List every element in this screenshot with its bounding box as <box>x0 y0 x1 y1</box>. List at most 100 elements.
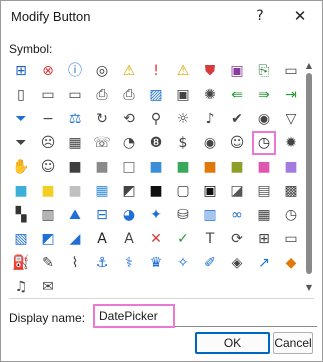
gradient-square-icon[interactable]: ▤ <box>252 179 276 203</box>
text-icon[interactable]: T <box>198 227 222 251</box>
border-square-icon[interactable]: ▢ <box>171 179 195 203</box>
checker-square-icon[interactable]: ▩ <box>279 179 303 203</box>
minus-icon[interactable]: − <box>36 107 60 131</box>
trend-icon[interactable]: ◢ <box>63 227 87 251</box>
pencil-icon[interactable]: ✎ <box>36 251 60 275</box>
square-gray-icon[interactable]: ■ <box>90 155 114 179</box>
align-icon[interactable]: ⊟ <box>90 203 114 227</box>
square-light-icon[interactable]: □ <box>117 155 141 179</box>
bar-chart-icon[interactable]: ▥ <box>198 203 222 227</box>
brush-icon[interactable]: ⌇ <box>63 251 87 275</box>
filter-outline-icon[interactable]: ▽ <box>279 107 303 131</box>
calculator-icon[interactable]: ▦ <box>63 131 87 155</box>
office-logo-icon[interactable]: ◆ <box>279 251 303 275</box>
display-name-input[interactable] <box>93 304 175 328</box>
folder-open-icon[interactable]: ▭ <box>36 83 60 107</box>
fill-color-icon[interactable]: ⛽ <box>9 251 33 275</box>
envelope-icon[interactable]: ✉ <box>36 275 60 299</box>
calendar-clock-icon[interactable]: ◷ <box>279 203 303 227</box>
square-dark-icon[interactable]: ■ <box>63 155 87 179</box>
triangle-icon[interactable]: ◩ <box>117 179 141 203</box>
warning-small-icon[interactable]: ⚠ <box>171 59 195 83</box>
grid-blue-icon[interactable]: ▦ <box>90 179 114 203</box>
palette-icon[interactable]: ✺ <box>198 83 222 107</box>
virus-icon[interactable]: ✹ <box>279 131 303 155</box>
refresh-icon[interactable]: ↻ <box>90 107 114 131</box>
phone-icon[interactable]: ☏ <box>90 131 114 155</box>
sad-face-icon[interactable]: ☹ <box>36 131 60 155</box>
print-icon[interactable]: ⎙ <box>90 83 114 107</box>
back-arrow-icon[interactable]: ⇚ <box>225 83 249 107</box>
checkerboard-icon[interactable]: ▚ <box>9 203 33 227</box>
scroll-down-icon[interactable]: ▼ <box>304 283 314 293</box>
checkmark-icon[interactable]: ✓ <box>171 227 195 251</box>
square-yellow-icon[interactable]: ■ <box>36 179 60 203</box>
clock-icon[interactable]: ◷ <box>252 131 276 155</box>
text-shape-icon[interactable]: ▭ <box>279 227 303 251</box>
info-icon[interactable]: ⓘ <box>63 59 87 83</box>
eraser-icon[interactable]: ◈ <box>225 251 249 275</box>
square-purple-icon[interactable]: ■ <box>279 155 303 179</box>
radar-chart-icon[interactable]: ✦ <box>144 203 168 227</box>
filter-icon[interactable]: ⏷ <box>9 107 33 131</box>
cycle-icon[interactable]: ⟳ <box>225 227 249 251</box>
database-icon[interactable]: ⛁ <box>171 203 195 227</box>
anchor-icon[interactable]: ⚓ <box>90 251 114 275</box>
sound-icon[interactable]: ♪ <box>198 107 222 131</box>
number-eight-icon[interactable]: ❽ <box>144 131 168 155</box>
folder-icon[interactable]: ▭ <box>279 59 303 83</box>
text-gray-icon[interactable]: A <box>117 227 141 251</box>
lightbulb-icon[interactable]: ☼ <box>171 107 195 131</box>
square-olive-icon[interactable]: ■ <box>225 155 249 179</box>
piggy-bank-icon[interactable]: ◔ <box>117 131 141 155</box>
table-icon[interactable]: ▦ <box>252 203 276 227</box>
close-x-icon[interactable]: ✕ <box>144 227 168 251</box>
pin-icon[interactable]: ⚲ <box>144 107 168 131</box>
ok-button[interactable]: OK <box>195 332 270 354</box>
forward-arrow-icon[interactable]: ⇛ <box>252 83 276 107</box>
vertical-scrollbar[interactable]: ▲ ▼ <box>301 61 317 294</box>
layers-icon[interactable]: ▥ <box>36 203 60 227</box>
half-square-icon[interactable]: ◪ <box>225 179 249 203</box>
square-pink-icon[interactable]: ■ <box>252 155 276 179</box>
filter-clear-icon[interactable]: ⏷ <box>9 131 33 155</box>
square-orange-icon[interactable]: ■ <box>198 155 222 179</box>
close-button[interactable]: ✕ <box>287 4 313 28</box>
print-preview-icon[interactable]: ⎙ <box>117 83 141 107</box>
circle-back-icon[interactable]: ⟲ <box>117 107 141 131</box>
thick-border-icon[interactable]: ▣ <box>198 179 222 203</box>
error-x-icon[interactable]: ⊗ <box>36 59 60 83</box>
target-icon[interactable]: ◎ <box>90 59 114 83</box>
save-icon[interactable]: ▣ <box>225 59 249 83</box>
text-box-icon[interactable]: A <box>90 227 114 251</box>
eye-icon[interactable]: ◉ <box>198 131 222 155</box>
square-cyan-icon[interactable]: ■ <box>9 179 33 203</box>
accept-icon[interactable]: ✔ <box>225 107 249 131</box>
next-icon[interactable]: ⇥ <box>279 83 303 107</box>
square-black-icon[interactable]: ■ <box>144 179 168 203</box>
arrow-up-icon[interactable]: ↗ <box>252 251 276 275</box>
folder-doc-icon[interactable]: ▭ <box>63 83 87 107</box>
binary-icon[interactable]: ⊞ <box>252 227 276 251</box>
link-icon[interactable]: ∞ <box>225 203 249 227</box>
save-as-icon[interactable]: ▣ <box>171 83 195 107</box>
warning-icon[interactable]: ⚠ <box>117 59 141 83</box>
currency-icon[interactable]: $ <box>171 131 195 155</box>
scroll-up-icon[interactable]: ▲ <box>304 61 314 71</box>
view-icon[interactable]: ◉ <box>252 107 276 131</box>
person-icon[interactable]: ☺ <box>225 131 249 155</box>
picture-icon[interactable]: ▨ <box>144 83 168 107</box>
sparkle-icon[interactable]: ✧ <box>171 251 195 275</box>
scales-icon[interactable]: ⚖ <box>63 107 87 131</box>
square-lightgray-icon[interactable]: ■ <box>63 179 87 203</box>
scroll-thumb[interactable] <box>306 73 312 274</box>
mountain-icon[interactable]: ⛰ <box>63 203 87 227</box>
pie-chart-icon[interactable]: ◕ <box>117 203 141 227</box>
smile-icon[interactable]: ☺ <box>36 155 60 179</box>
drawing-icon[interactable]: ✐ <box>198 251 222 275</box>
eyedropper-icon[interactable]: ⚕ <box>117 251 141 275</box>
square-blue-icon[interactable]: ■ <box>144 155 168 179</box>
trophy-icon[interactable]: ♛ <box>144 251 168 275</box>
cancel-button[interactable]: Cancel <box>273 332 313 354</box>
chart-icon[interactable]: ▧ <box>9 227 33 251</box>
